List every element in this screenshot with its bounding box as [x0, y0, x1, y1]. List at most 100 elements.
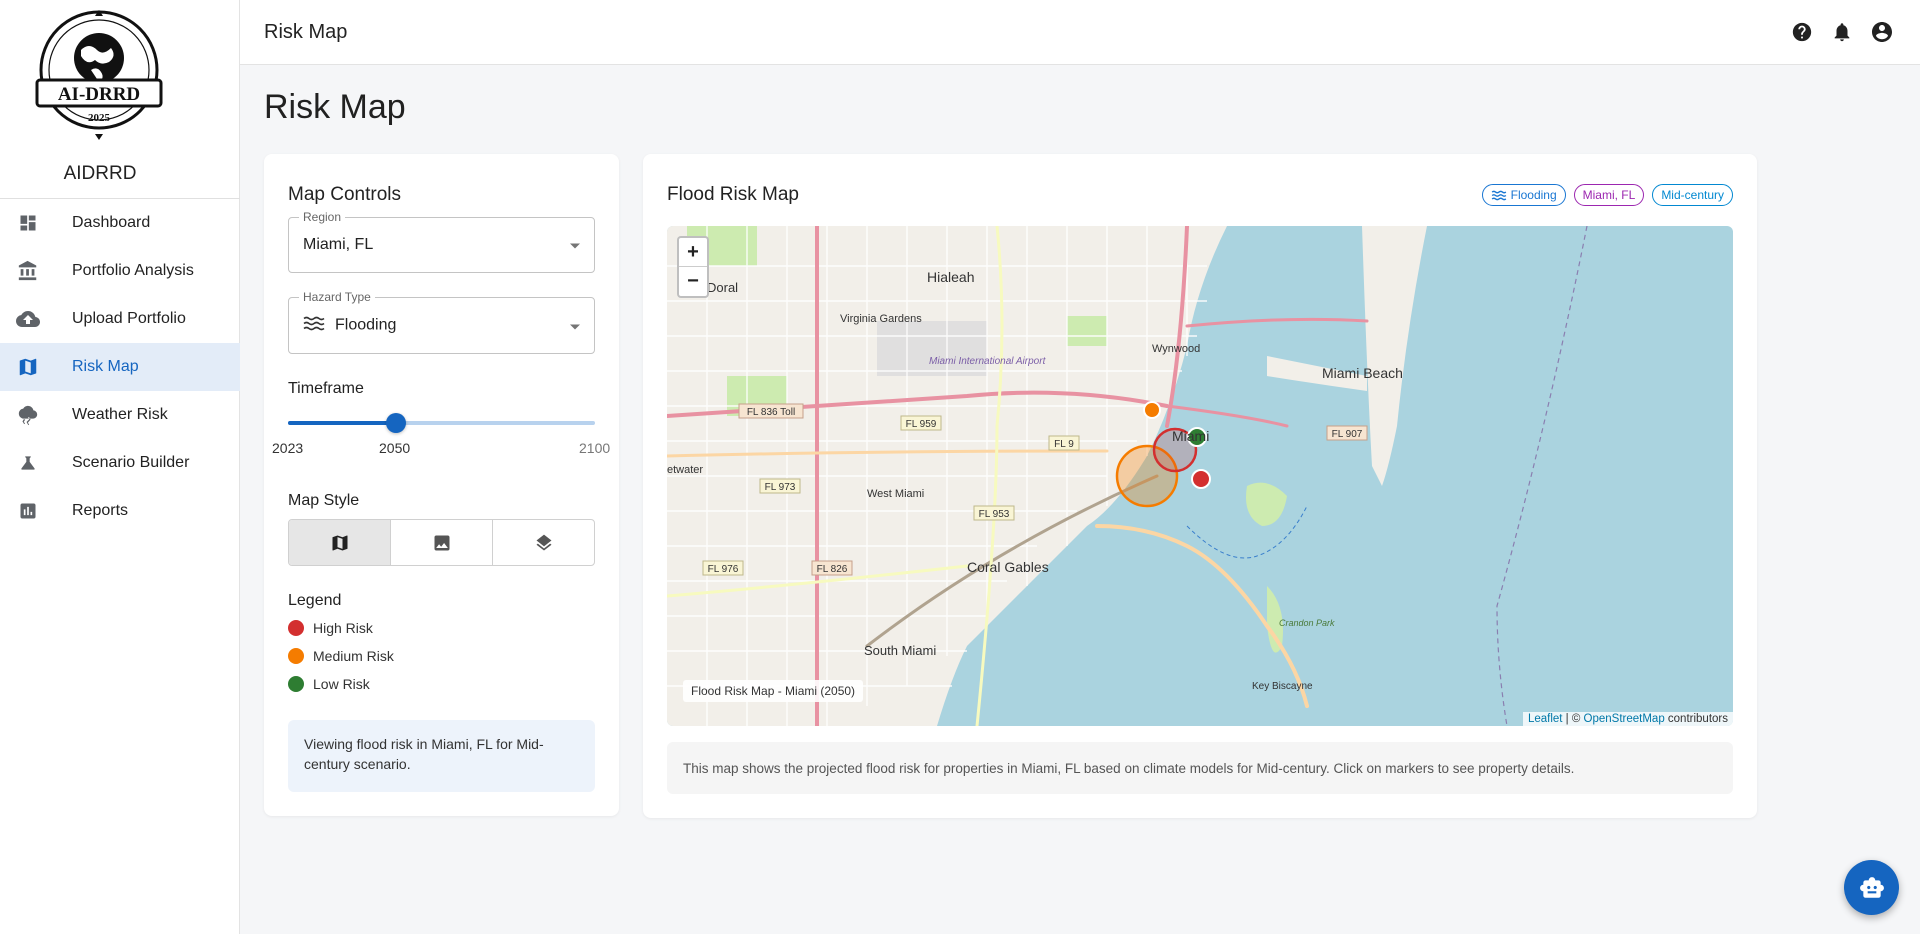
region-select[interactable]: Region Miami, FL — [288, 210, 595, 273]
map-label-doral: Doral — [707, 280, 738, 295]
legend-dot-medium — [288, 648, 304, 664]
legend-dot-low — [288, 676, 304, 692]
legend-item-low: Low Risk — [288, 676, 370, 692]
cloud-upload-icon — [16, 307, 40, 331]
flood-risk-map-card: Flood Risk Map Flooding Miami, FL Mid-ce… — [643, 154, 1757, 818]
road-label-fl826: FL 826 — [817, 564, 848, 575]
road-label-fl907: FL 907 — [1332, 429, 1363, 440]
timeframe-min-label: 2023 — [272, 440, 304, 456]
timeframe-slider-thumb[interactable] — [385, 413, 406, 433]
sidebar-item-label: Risk Map — [72, 358, 139, 375]
zoom-in-button[interactable]: + — [679, 238, 707, 267]
legend-item-high: High Risk — [288, 620, 373, 636]
hazard-type-label: Hazard Type — [299, 290, 375, 304]
hazard-type-value: Flooding — [335, 316, 397, 334]
logo-year: 2025 — [88, 112, 111, 124]
flask-icon — [16, 451, 40, 475]
legend-label: High Risk — [313, 620, 373, 636]
account-icon[interactable] — [1870, 20, 1894, 44]
road-label-fl976: FL 976 — [708, 564, 739, 575]
map-label-miami-beach: Miami Beach — [1322, 365, 1403, 381]
timeframe-max-label: 2100 — [579, 440, 611, 456]
map-label-airport: Miami International Airport — [929, 356, 1047, 367]
map-controls-title: Map Controls — [288, 184, 401, 205]
dashboard-icon — [16, 211, 40, 235]
road-label-fl836: FL 836 Toll — [747, 407, 795, 418]
legend-label: Medium Risk — [313, 648, 394, 664]
zoom-out-button[interactable]: − — [679, 267, 707, 296]
bank-icon — [16, 259, 40, 283]
map-tiles: Doral Hialeah Virginia Gardens Miami Int… — [667, 226, 1588, 726]
notifications-icon[interactable] — [1830, 20, 1854, 44]
map-label-sweetwater: etwater — [667, 464, 703, 476]
map-label-crandon-park: Crandon Park — [1279, 618, 1335, 628]
map-canvas[interactable]: Doral Hialeah Virginia Gardens Miami Int… — [667, 226, 1733, 726]
map-controls-card: Map Controls Region Miami, FL Hazard Typ… — [264, 154, 619, 816]
map-icon — [332, 535, 347, 550]
help-icon[interactable] — [1790, 20, 1814, 44]
chatbot-button[interactable] — [1844, 860, 1899, 915]
region-label: Region — [299, 210, 346, 224]
chip-region[interactable]: Miami, FL — [1573, 184, 1645, 206]
attribution-suffix: contributors — [1664, 713, 1728, 725]
sidebar-item-portfolio-analysis[interactable]: Portfolio Analysis — [0, 247, 240, 295]
sidebar-item-upload-portfolio[interactable]: Upload Portfolio — [0, 295, 240, 343]
sidebar-item-risk-map[interactable]: Risk Map — [0, 343, 240, 391]
map-label-coral-gables: Coral Gables — [967, 559, 1049, 575]
map-description: This map shows the projected flood risk … — [667, 742, 1733, 794]
map-style-map-button[interactable] — [289, 520, 391, 565]
sidebar-item-label: Reports — [72, 502, 129, 519]
sidebar-item-reports[interactable]: Reports — [0, 487, 240, 535]
sidebar-item-label: Portfolio Analysis — [72, 262, 194, 279]
chip-timeframe[interactable]: Mid-century — [1652, 184, 1733, 206]
timeframe-slider-fill — [288, 421, 396, 425]
topbar-title: Risk Map — [264, 21, 348, 43]
map-style-satellite-button[interactable] — [391, 520, 493, 565]
timeframe-slider[interactable] — [288, 413, 595, 433]
image-icon — [434, 535, 449, 550]
osm-link[interactable]: OpenStreetMap — [1584, 713, 1665, 725]
app-logo[interactable]: AI-DRRD 2025 — [33, 10, 165, 140]
map-style-layers-button[interactable] — [493, 520, 594, 565]
sidebar-item-label: Weather Risk — [72, 406, 168, 423]
map-label-key-biscayne: Key Biscayne — [1252, 681, 1313, 692]
sidebar-item-dashboard[interactable]: Dashboard — [0, 199, 240, 247]
robot-icon — [1859, 876, 1884, 898]
hazard-type-select[interactable]: Hazard Type Flooding — [288, 290, 595, 354]
sidebar: AI-DRRD 2025 AIDRRD Dashboard Portfolio … — [0, 0, 240, 934]
sidebar-item-label: Upload Portfolio — [72, 310, 186, 327]
map-style-toggle-group — [288, 519, 595, 566]
map-label-virginia-gardens: Virginia Gardens — [840, 313, 922, 325]
zoom-control: + − — [677, 236, 709, 298]
chevron-down-icon — [570, 324, 580, 329]
timeframe-label: Timeframe — [288, 380, 364, 397]
brand-name: AIDRRD — [63, 163, 137, 184]
sidebar-item-scenario-builder[interactable]: Scenario Builder — [0, 439, 240, 487]
layers-icon — [536, 534, 551, 551]
map-attribution: Leaflet | © OpenStreetMap contributors — [1522, 712, 1733, 726]
sidebar-item-weather-risk[interactable]: Weather Risk — [0, 391, 240, 439]
map-label-south-miami: South Miami — [864, 643, 936, 658]
info-alert: Viewing flood risk in Miami, FL for Mid-… — [288, 720, 595, 792]
thunderstorm-icon — [16, 403, 40, 427]
legend-label: Low Risk — [313, 676, 370, 692]
waves-icon — [1491, 190, 1506, 200]
road-label-fl953: FL 953 — [979, 509, 1010, 520]
sidebar-nav: Dashboard Portfolio Analysis Upload Port… — [0, 199, 240, 535]
sidebar-item-label: Scenario Builder — [72, 454, 190, 471]
road-label-fl959: FL 959 — [906, 419, 937, 430]
map-label-wynwood: Wynwood — [1152, 343, 1200, 355]
chip-flooding[interactable]: Flooding — [1481, 184, 1566, 206]
map-label-hialeah: Hialeah — [927, 269, 974, 285]
page-title: Risk Map — [264, 88, 406, 126]
chevron-down-icon — [570, 243, 580, 249]
legend-dot-high — [288, 620, 304, 636]
bar-chart-icon — [16, 499, 40, 523]
map-style-label: Map Style — [288, 492, 360, 509]
logo-text: AI-DRRD — [58, 84, 140, 105]
timeframe-value-label: 2050 — [379, 440, 411, 456]
sidebar-item-label: Dashboard — [72, 214, 151, 231]
chip-label: Miami, FL — [1582, 188, 1636, 202]
chip-label: Mid-century — [1661, 188, 1724, 202]
leaflet-link[interactable]: Leaflet — [1528, 713, 1563, 725]
